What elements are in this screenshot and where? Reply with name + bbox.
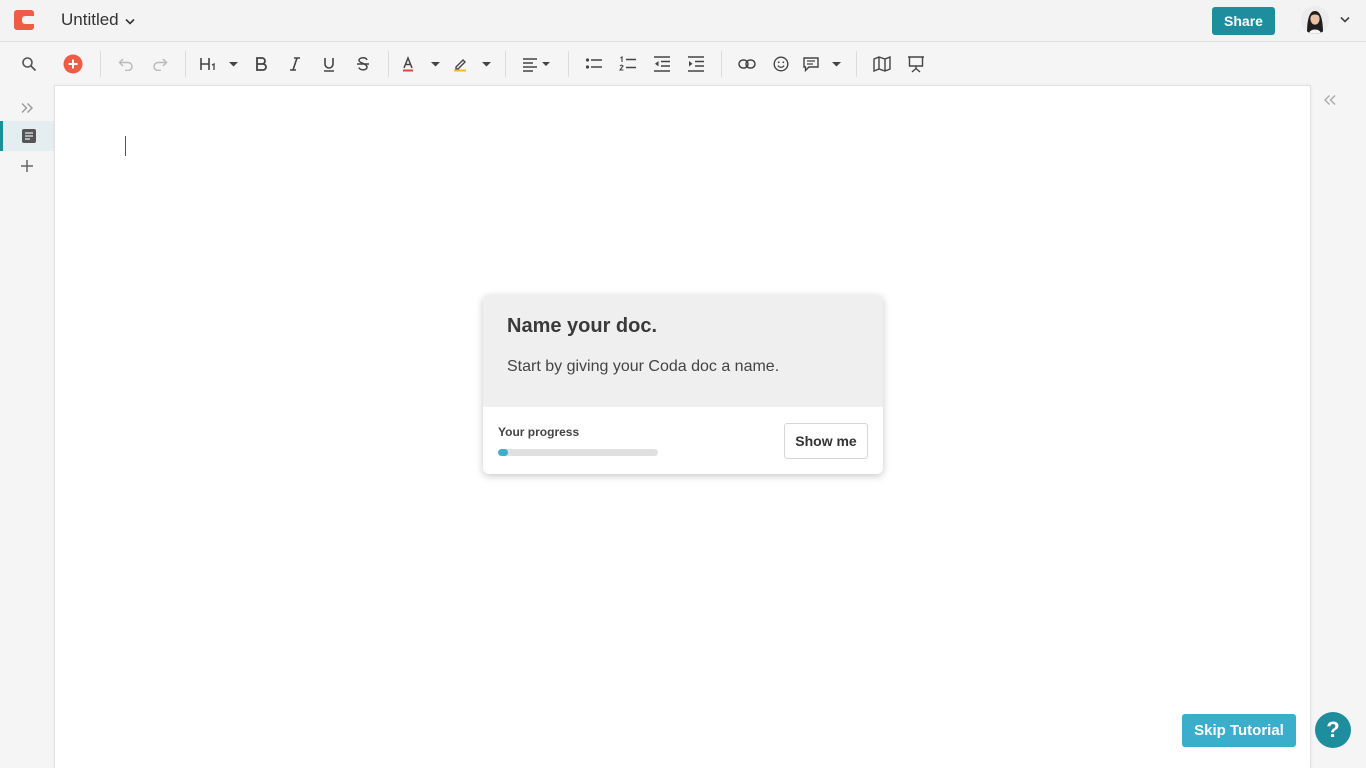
bold-button[interactable] xyxy=(250,52,272,76)
progress-bar xyxy=(498,449,658,456)
map-icon xyxy=(873,56,891,72)
sidebar-item-page[interactable] xyxy=(0,121,54,151)
progress-bar-fill xyxy=(498,449,508,456)
highlight-color-dropdown[interactable] xyxy=(452,52,494,76)
show-me-button[interactable]: Show me xyxy=(784,423,868,459)
bold-icon xyxy=(256,57,267,71)
redo-button[interactable] xyxy=(149,52,171,76)
tutorial-body: Start by giving your Coda doc a name. xyxy=(507,358,780,375)
map-button[interactable] xyxy=(871,52,893,76)
numbered-list-button[interactable] xyxy=(617,52,639,76)
redo-icon xyxy=(153,58,168,71)
tutorial-heading: Name your doc. xyxy=(507,315,658,337)
heading-icon xyxy=(200,58,238,70)
add-page-button[interactable] xyxy=(0,151,54,181)
presentation-button[interactable] xyxy=(905,52,927,76)
strikethrough-button[interactable] xyxy=(352,52,374,76)
emoji-icon xyxy=(773,56,789,72)
formatting-toolbar xyxy=(0,43,1366,85)
doc-title[interactable]: Untitled xyxy=(61,10,119,30)
double-chevron-right-icon xyxy=(21,103,33,113)
underline-button[interactable] xyxy=(318,52,340,76)
search-icon xyxy=(22,57,37,72)
plus-icon xyxy=(21,160,33,172)
presentation-icon xyxy=(908,56,924,73)
insert-button[interactable] xyxy=(62,52,84,76)
undo-icon xyxy=(118,58,133,71)
text-color-icon xyxy=(403,56,440,72)
left-rail xyxy=(0,85,54,768)
toolbar-divider xyxy=(568,51,569,77)
top-bar: Untitled Share xyxy=(0,0,1366,42)
italic-icon xyxy=(290,57,300,71)
comment-dropdown[interactable] xyxy=(802,52,844,76)
chevron-down-icon xyxy=(125,18,135,25)
comment-icon xyxy=(803,57,841,72)
highlight-icon xyxy=(454,59,491,72)
bulleted-list-icon xyxy=(585,58,602,69)
undo-button[interactable] xyxy=(115,52,137,76)
heading-dropdown[interactable] xyxy=(198,52,240,76)
bulleted-list-button[interactable] xyxy=(583,52,605,76)
double-chevron-left-icon[interactable] xyxy=(1323,94,1337,106)
toolbar-divider xyxy=(100,51,101,77)
share-button[interactable]: Share xyxy=(1212,7,1275,35)
underline-icon xyxy=(324,58,334,72)
toolbar-divider xyxy=(388,51,389,77)
insert-icon xyxy=(63,54,83,74)
toolbar-divider xyxy=(185,51,186,77)
text-color-dropdown[interactable] xyxy=(401,52,443,76)
avatar[interactable] xyxy=(1301,6,1329,34)
emoji-button[interactable] xyxy=(770,52,792,76)
align-dropdown[interactable] xyxy=(521,52,553,76)
link-icon xyxy=(738,59,756,69)
toolbar-divider xyxy=(856,51,857,77)
tutorial-card: Name your doc. Start by giving your Coda… xyxy=(483,295,883,474)
help-button[interactable]: ? xyxy=(1315,712,1351,748)
coda-logo[interactable] xyxy=(14,10,34,30)
user-avatar-icon xyxy=(1301,6,1329,34)
skip-tutorial-button[interactable]: Skip Tutorial xyxy=(1182,714,1296,747)
strikethrough-icon xyxy=(357,57,369,71)
page-icon xyxy=(21,129,36,143)
align-icon xyxy=(523,58,550,72)
progress-label: Your progress xyxy=(498,425,580,439)
indent-button[interactable] xyxy=(685,52,707,76)
account-menu-chevron-icon[interactable] xyxy=(1340,16,1350,23)
link-button[interactable] xyxy=(736,52,758,76)
toolbar-divider xyxy=(505,51,506,77)
numbered-list-icon xyxy=(619,56,636,71)
doc-title-dropdown[interactable]: Untitled xyxy=(61,9,135,31)
text-cursor xyxy=(125,136,126,156)
outdent-button[interactable] xyxy=(651,52,673,76)
tutorial-card-footer: Your progress Show me xyxy=(483,407,883,474)
italic-button[interactable] xyxy=(284,52,306,76)
outdent-icon xyxy=(654,56,670,72)
expand-sidebar-button[interactable] xyxy=(0,93,54,123)
toolbar-divider xyxy=(721,51,722,77)
tutorial-card-header: Name your doc. Start by giving your Coda… xyxy=(483,295,883,407)
indent-icon xyxy=(688,56,704,72)
search-button[interactable] xyxy=(18,52,40,76)
